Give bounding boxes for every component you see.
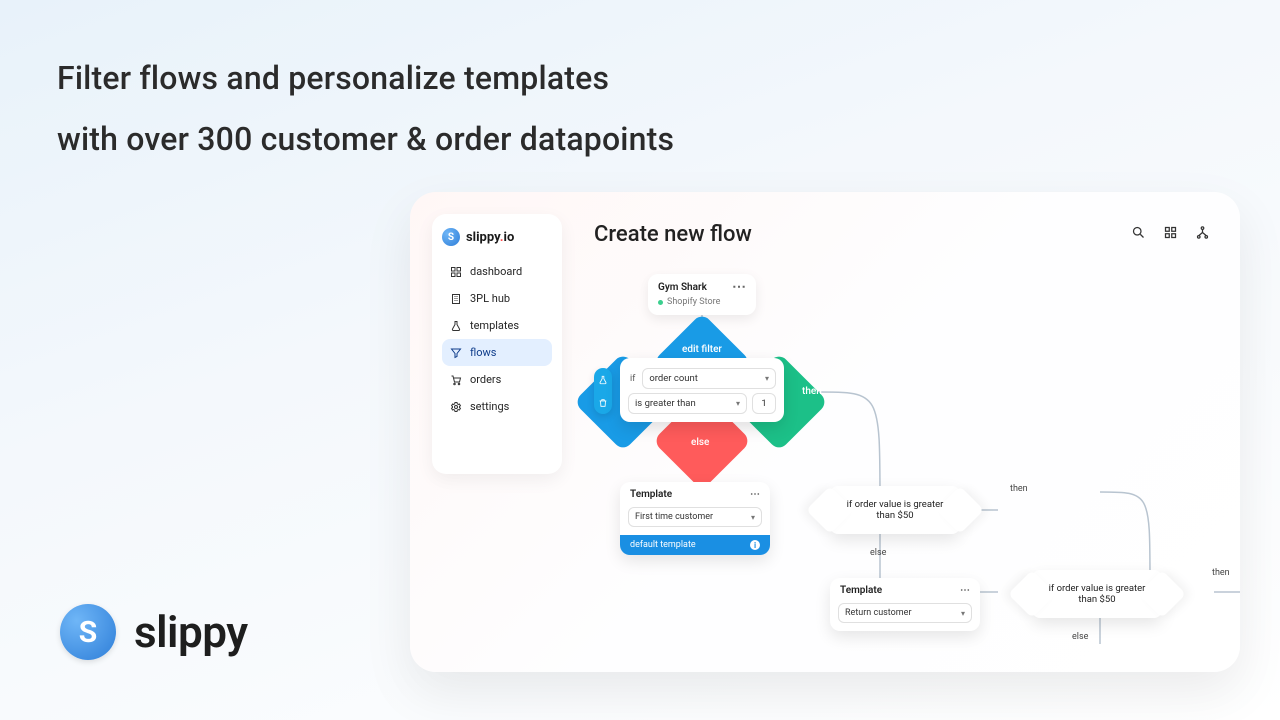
dashboard-icon (450, 266, 462, 278)
condition-text: if order value is greater than $50 (840, 499, 950, 521)
filter-field-value: order count (649, 373, 698, 384)
marketing-headline: Filter flows and personalize templates w… (57, 48, 674, 170)
template-select-first[interactable]: First time customer ▾ (628, 507, 762, 527)
headline-line-1: Filter flows and personalize templates (57, 48, 674, 109)
sidebar-item-label: dashboard (470, 265, 522, 278)
filter-then-label: then (802, 386, 822, 397)
condition-text: if order value is greater than $50 (1042, 583, 1152, 605)
template-card-first[interactable]: Template ⋯ First time customer ▾ default… (620, 482, 770, 555)
template-card-return[interactable]: Template ⋯ Return customer ▾ (830, 578, 980, 631)
sidebar-item-label: flows (470, 346, 496, 359)
headline-line-2: with over 300 customer & order datapoint… (57, 109, 674, 170)
brand-badge-icon: S (60, 604, 116, 660)
sidebar: S slippy.io dashboard 3PL hub templates … (432, 214, 562, 474)
filter-if-label: if (628, 374, 637, 384)
chevron-down-icon: ▾ (765, 374, 769, 383)
template-label: Template (630, 489, 672, 500)
brand-wordmark: slippy (134, 606, 248, 658)
page-title: Create new flow (594, 222, 752, 247)
chevron-down-icon: ▾ (961, 609, 965, 618)
sidebar-item-flows[interactable]: flows (442, 339, 552, 366)
template-value-first: First time customer (635, 512, 713, 522)
condition-else-label-2: else (1072, 632, 1088, 642)
sidebar-item-dashboard[interactable]: dashboard (442, 258, 552, 285)
app-window: S slippy.io dashboard 3PL hub templates … (410, 192, 1240, 672)
trash-icon[interactable] (598, 398, 608, 408)
template-more-icon[interactable]: ⋯ (750, 489, 760, 500)
sidebar-item-templates[interactable]: templates (442, 312, 552, 339)
filter-editor-card: if order count ▾ is greater than ▾ 1 (620, 358, 784, 422)
filter-operator-select[interactable]: is greater than ▾ (628, 393, 747, 414)
sidebar-item-label: orders (470, 373, 501, 386)
template-label: Template (840, 585, 882, 596)
filter-value-input[interactable]: 1 (752, 393, 776, 414)
flow-trigger-node[interactable]: Gym Shark ⋯ Shopify Store (648, 274, 756, 315)
gear-icon (450, 401, 462, 413)
building-icon (450, 293, 462, 305)
condition-node-1[interactable]: if order value is greater than $50 (830, 486, 960, 534)
template-select-return[interactable]: Return customer ▾ (838, 603, 972, 623)
info-icon[interactable]: i (750, 540, 760, 550)
flask-icon (450, 320, 462, 332)
sidebar-item-label: templates (470, 319, 519, 332)
sidebar-item-settings[interactable]: settings (442, 393, 552, 420)
condition-node-2[interactable]: if order value is greater than $50 (1032, 570, 1162, 618)
tree-icon (1195, 225, 1210, 240)
condition-then-label-1: then (1010, 484, 1028, 494)
brand-mark: S slippy (60, 604, 248, 660)
filter-edit-label[interactable]: edit filter (656, 344, 748, 355)
template-value-return: Return customer (845, 608, 912, 618)
condition-then-label-2: then (1212, 568, 1230, 578)
filter-field-select[interactable]: order count ▾ (642, 368, 776, 389)
sidebar-brand-suffix: io (504, 230, 515, 245)
chevron-down-icon: ▾ (751, 513, 755, 522)
search-icon (1131, 225, 1146, 240)
sidebar-item-orders[interactable]: orders (442, 366, 552, 393)
tree-view-button[interactable] (1192, 222, 1212, 242)
filter-side-actions (594, 368, 612, 414)
cart-icon (450, 374, 462, 386)
filter-operator-value: is greater than (635, 398, 696, 409)
grid-view-button[interactable] (1160, 222, 1180, 242)
chevron-down-icon: ▾ (736, 399, 740, 408)
trigger-subtitle: Shopify Store (667, 297, 720, 307)
search-button[interactable] (1128, 222, 1148, 242)
sidebar-item-label: settings (470, 400, 509, 413)
sidebar-brand-icon: S (442, 228, 460, 246)
sidebar-item-3pl-hub[interactable]: 3PL hub (442, 285, 552, 312)
canvas-toolbar (1128, 222, 1212, 242)
status-dot-icon (658, 300, 663, 305)
template-default-label: default template (630, 540, 696, 550)
template-more-icon[interactable]: ⋯ (960, 585, 970, 596)
funnel-icon (450, 347, 462, 359)
sidebar-brand: S slippy.io (442, 228, 552, 246)
flask-icon[interactable] (598, 375, 608, 385)
template-default-banner: default template i (620, 535, 770, 555)
sidebar-brand-name: slippy (466, 230, 500, 245)
trigger-title: Gym Shark (658, 282, 707, 293)
grid-icon (1163, 225, 1178, 240)
condition-else-label-1: else (870, 548, 886, 558)
trigger-more-icon[interactable]: ⋯ (732, 284, 746, 291)
sidebar-item-label: 3PL hub (470, 292, 510, 305)
filter-else-label: else (691, 437, 709, 448)
